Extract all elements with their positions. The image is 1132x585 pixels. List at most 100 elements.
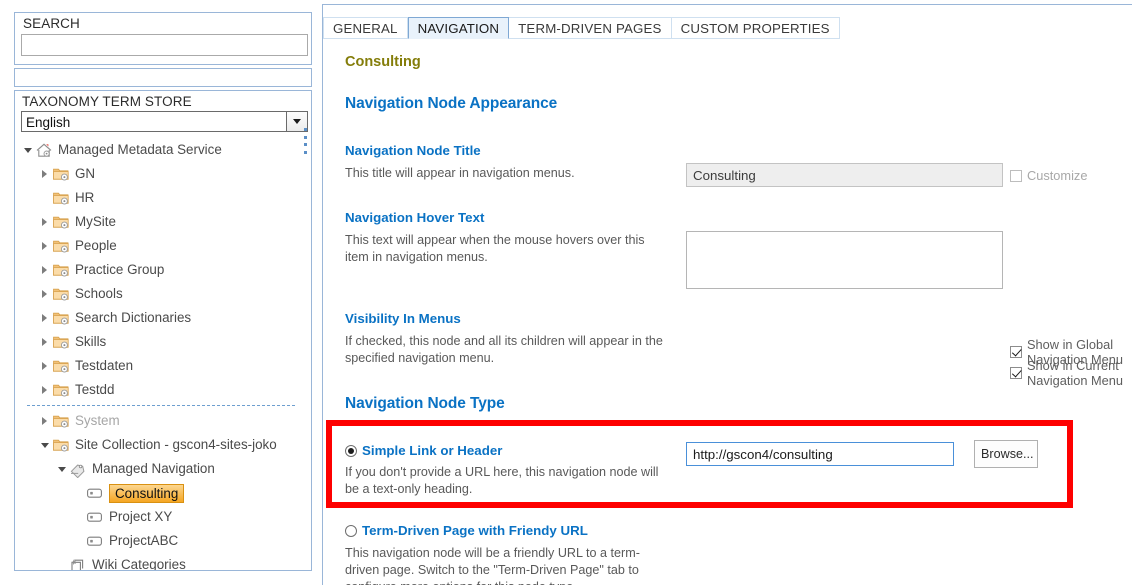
section-heading-node-type: Navigation Node Type xyxy=(345,395,505,412)
term-group-folder-icon xyxy=(51,308,71,328)
tree-node-label: Search Dictionaries xyxy=(75,310,192,325)
tree-node[interactable]: Project XY xyxy=(21,505,306,529)
tree-node[interactable]: Practice Group xyxy=(21,258,306,282)
expand-arrow-icon[interactable] xyxy=(38,258,51,282)
term-store-tree: Managed Metadata Service GN HR MySite People… xyxy=(21,138,306,571)
tree-node[interactable]: Skills xyxy=(21,330,306,354)
tab-bar: GENERAL NAVIGATION TERM-DRIVEN PAGES CUSTOM… xyxy=(323,17,840,39)
search-label: SEARCH xyxy=(23,16,80,31)
search-input[interactable] xyxy=(21,34,308,56)
term-group-folder-icon xyxy=(51,380,71,400)
tree-node-label: Managed Metadata Service xyxy=(58,142,222,157)
section-heading-appearance: Navigation Node Appearance xyxy=(345,95,558,112)
collapse-arrow-icon[interactable] xyxy=(38,433,51,457)
taxonomy-term-store-page: SEARCH TAXONOMY TERM STORE English Manag… xyxy=(0,0,1132,585)
simple-link-url-input[interactable] xyxy=(686,442,954,466)
expand-arrow-icon[interactable] xyxy=(38,378,51,402)
field-desc-visibility: If checked, this node and all its childr… xyxy=(345,334,663,365)
tree-node-label: Consulting xyxy=(109,483,185,503)
language-select[interactable]: English xyxy=(21,111,308,132)
show-current-nav-label: Show in Current Navigation Menu xyxy=(1027,358,1124,388)
tree-separator xyxy=(27,405,295,406)
customize-checkbox-row[interactable]: Customize xyxy=(1010,168,1087,183)
tree-node-label: Managed Navigation xyxy=(92,461,215,476)
customize-label: Customize xyxy=(1027,168,1088,183)
page-title: Consulting xyxy=(345,54,421,70)
tree-node[interactable]: Managed Metadata Service xyxy=(21,138,306,162)
expand-arrow-icon[interactable] xyxy=(38,306,51,330)
tree-node[interactable]: Wiki Categories xyxy=(21,553,306,571)
tree-node[interactable]: ProjectABC xyxy=(21,529,306,553)
term-group-folder-icon xyxy=(51,164,71,184)
tab-custom-properties[interactable]: CUSTOM PROPERTIES xyxy=(671,17,840,39)
tab-term-driven-pages[interactable]: TERM-DRIVEN PAGES xyxy=(509,17,672,39)
tree-node-label: MySite xyxy=(75,214,116,229)
tree-node[interactable]: Search Dictionaries xyxy=(21,306,306,330)
tree-node[interactable]: Schools xyxy=(21,282,306,306)
expand-arrow-icon[interactable] xyxy=(38,354,51,378)
tab-general[interactable]: GENERAL xyxy=(323,17,408,39)
tree-node-label: Schools xyxy=(75,286,123,301)
customize-checkbox[interactable] xyxy=(1010,169,1022,182)
field-heading-hover-text: Navigation Hover Text xyxy=(345,210,485,225)
tree-node[interactable]: Site Collection - gscon4-sites-joko xyxy=(21,433,306,457)
browse-button[interactable]: Browse... xyxy=(974,440,1038,468)
term-driven-radio[interactable] xyxy=(345,524,357,537)
field-desc-node-title: This title will appear in navigation men… xyxy=(345,166,575,180)
tree-node[interactable]: MySite xyxy=(21,210,306,234)
term-store-label: TAXONOMY TERM STORE xyxy=(22,94,192,109)
field-heading-visibility: Visibility In Menus xyxy=(345,311,461,326)
show-current-nav-checkbox[interactable] xyxy=(1010,367,1022,379)
show-global-nav-checkbox[interactable] xyxy=(1010,346,1022,358)
expand-arrow-icon[interactable] xyxy=(38,210,51,234)
term-tag-icon xyxy=(85,483,105,503)
wiki-categories-icon xyxy=(68,555,88,570)
expand-arrow-icon[interactable] xyxy=(38,409,51,433)
hover-text-input[interactable] xyxy=(686,231,1003,289)
collapse-arrow-icon[interactable] xyxy=(55,457,68,481)
term-tag-icon xyxy=(85,531,105,551)
show-current-nav-row[interactable]: Show in Current Navigation Menu xyxy=(1010,358,1132,388)
expand-arrow-icon[interactable] xyxy=(38,162,51,186)
tree-node-label: People xyxy=(75,238,117,253)
simple-link-radio-row[interactable]: Simple Link or Header xyxy=(345,443,502,458)
sidebar-toolbar-strip xyxy=(14,68,312,87)
tab-navigation[interactable]: NAVIGATION xyxy=(407,17,510,39)
term-group-folder-icon xyxy=(51,411,71,431)
term-group-folder-icon xyxy=(51,356,71,376)
main-panel: GENERAL NAVIGATION TERM-DRIVEN PAGES CUSTOM… xyxy=(322,4,1132,585)
term-set-icon xyxy=(68,459,88,479)
tree-node[interactable]: Managed Navigation xyxy=(21,457,306,481)
term-driven-radio-row[interactable]: Term-Driven Page with Friendy URL xyxy=(345,523,588,538)
term-group-folder-icon xyxy=(51,236,71,256)
tree-node[interactable]: System xyxy=(21,409,306,433)
tree-node[interactable]: Testdd xyxy=(21,378,306,402)
term-store-panel: TAXONOMY TERM STORE English Managed Meta… xyxy=(14,90,312,571)
expand-arrow-icon[interactable] xyxy=(38,234,51,258)
tree-node[interactable]: GN xyxy=(21,162,306,186)
expand-arrow-icon[interactable] xyxy=(38,282,51,306)
tree-node[interactable]: Consulting xyxy=(21,481,306,505)
field-heading-node-title: Navigation Node Title xyxy=(345,143,481,158)
term-group-folder-icon xyxy=(51,212,71,232)
tree-node[interactable]: People xyxy=(21,234,306,258)
expand-arrow-icon[interactable] xyxy=(38,330,51,354)
tree-node-label: Wiki Categories xyxy=(92,557,186,571)
term-group-folder-icon xyxy=(51,332,71,352)
simple-link-radio[interactable] xyxy=(345,444,357,457)
term-driven-label: Term-Driven Page with Friendy URL xyxy=(362,523,588,538)
tree-node-label: HR xyxy=(75,190,95,205)
tree-node-label: Testdaten xyxy=(75,358,134,373)
collapse-arrow-icon[interactable] xyxy=(21,138,34,162)
metadata-service-icon xyxy=(34,140,54,160)
node-title-input[interactable] xyxy=(686,163,1003,187)
tree-node[interactable]: Testdaten xyxy=(21,354,306,378)
sidebar: SEARCH TAXONOMY TERM STORE English Manag… xyxy=(0,0,312,585)
search-panel: SEARCH xyxy=(14,12,312,65)
sidebar-resize-handle[interactable] xyxy=(304,128,308,154)
tree-node[interactable]: HR xyxy=(21,186,306,210)
